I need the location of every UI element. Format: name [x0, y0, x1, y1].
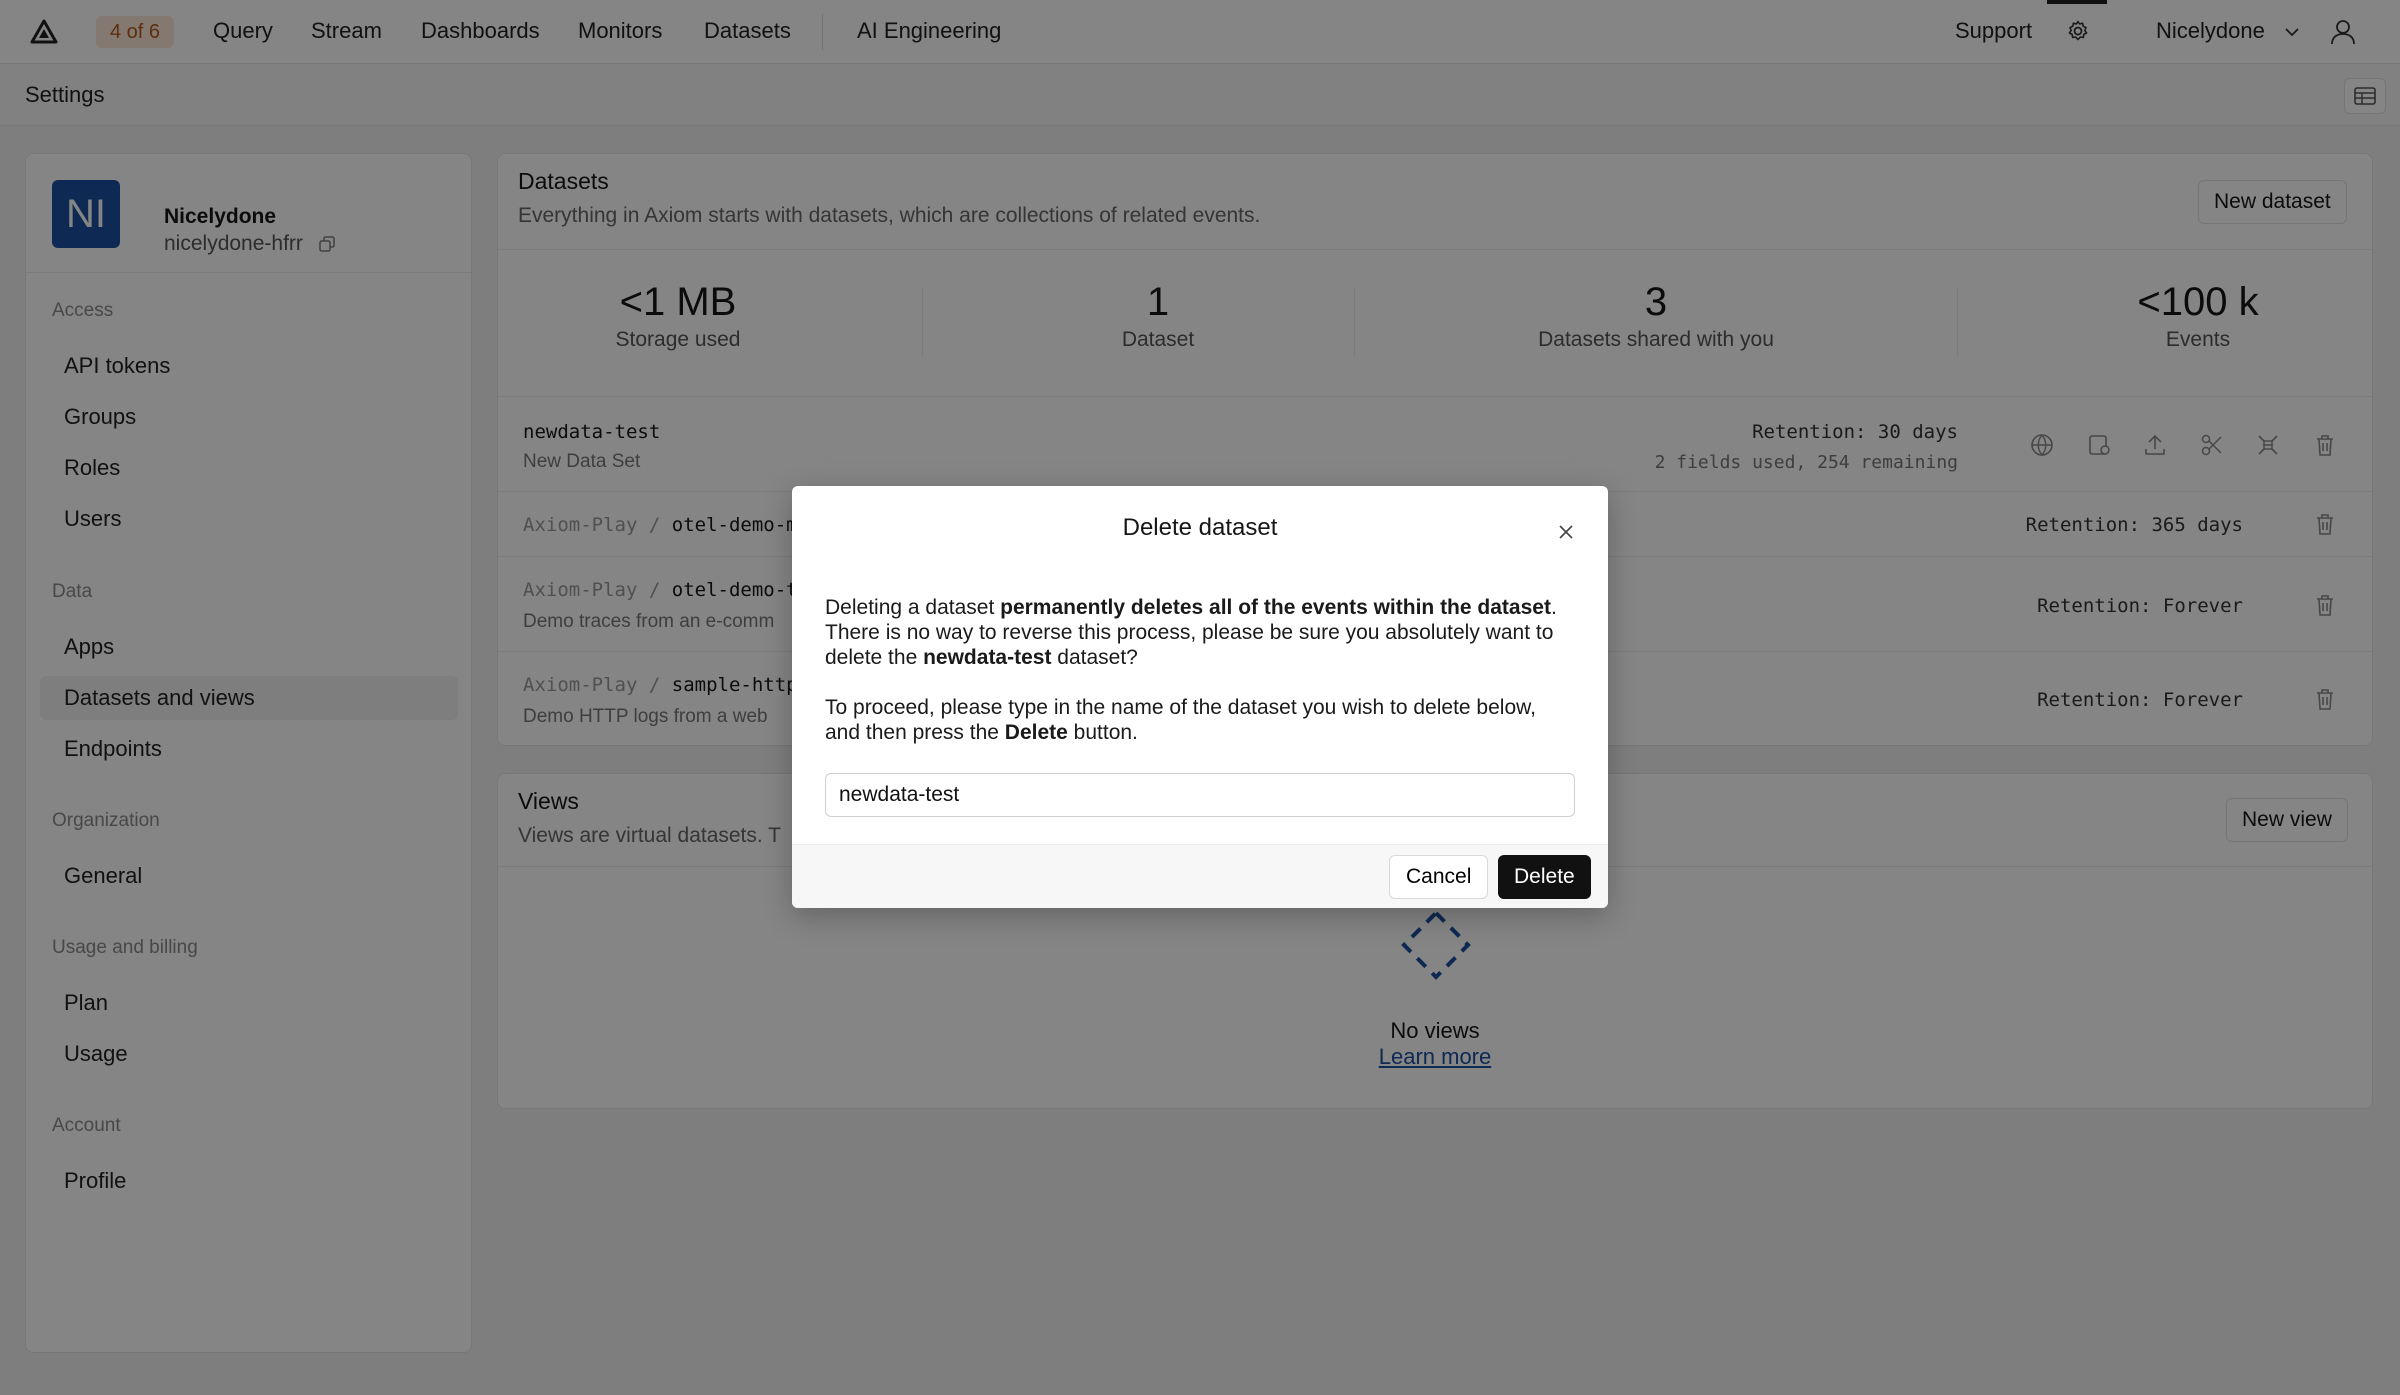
instruction-text: button. [1067, 721, 1138, 744]
dialog-title: Delete dataset [1122, 514, 1278, 541]
dataset-name-bold: newdata-test [923, 646, 1052, 669]
delete-button[interactable]: Delete [1498, 855, 1591, 899]
warning-text: dataset? [1051, 646, 1138, 669]
delete-word-bold: Delete [1004, 721, 1068, 744]
warning-text: Deleting a dataset [825, 596, 1001, 619]
confirm-dataset-name-input[interactable] [825, 773, 1575, 817]
instruction-paragraph: To proceed, please type in the name of t… [825, 695, 1575, 745]
delete-dataset-dialog: Delete dataset Deleting a dataset perman… [792, 486, 1608, 908]
warning-bold: permanently deletes all of the events wi… [1000, 596, 1551, 619]
close-icon [1559, 525, 1573, 539]
cancel-button[interactable]: Cancel [1389, 855, 1489, 899]
dialog-footer: Cancel Delete [792, 844, 1608, 908]
close-dialog-button[interactable] [1554, 520, 1578, 544]
dialog-body: Deleting a dataset permanently deletes a… [825, 595, 1575, 770]
instruction-text: To proceed, please type in the name of t… [825, 696, 1536, 744]
warning-paragraph: Deleting a dataset permanently deletes a… [825, 595, 1575, 670]
